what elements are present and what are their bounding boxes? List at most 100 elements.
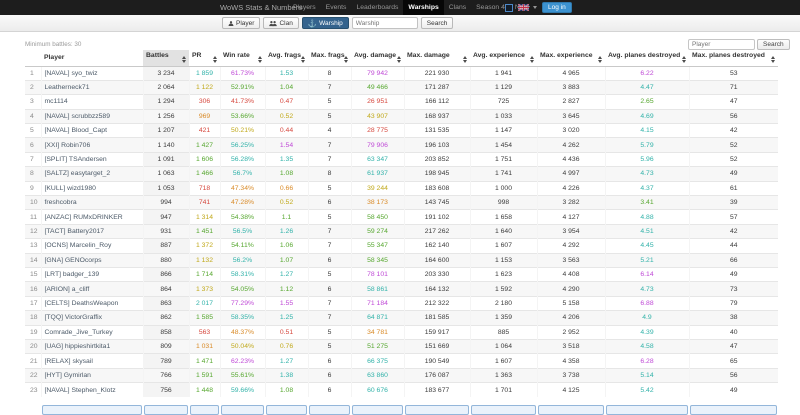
player-name-link[interactable]: [UAG] hippieshirtkita1 — [41, 339, 143, 353]
table-row: 19Comrade_Jive_Turkey85856348.37%0.51534… — [25, 325, 778, 339]
cell-max_damage: 166 112 — [404, 95, 470, 109]
column-header-avg_damage[interactable]: Avg. damage — [351, 50, 404, 66]
column-filter-input[interactable] — [190, 405, 219, 415]
player-filter-input[interactable] — [688, 39, 755, 50]
cell-avg_damage: 43 907 — [351, 109, 404, 123]
table-row: 5[NAVAL] Blood_Capt1 20742150.21%0.44428… — [25, 124, 778, 138]
sort-icon — [771, 56, 775, 63]
player-name-link[interactable]: mc1114 — [41, 95, 143, 109]
cell-max_frags: 7 — [308, 311, 351, 325]
player-name-link[interactable]: Comrade_Jive_Turkey — [41, 325, 143, 339]
player-filter-search-button[interactable]: Search — [757, 39, 790, 50]
column-header-avg_experience[interactable]: Avg. experience — [470, 50, 537, 66]
column-header-avg_frags[interactable]: Avg. frags — [265, 50, 308, 66]
table-row: 18[TQQ] VictorGraffix8621 58558.35%1.257… — [25, 311, 778, 325]
player-name-link[interactable]: [NAVAL] scrubbzz589 — [41, 109, 143, 123]
cell-pr: 1 373 — [189, 282, 220, 296]
player-name-link[interactable]: [XXI] Robin706 — [41, 138, 143, 152]
column-header-max_frags[interactable]: Max. frags — [308, 50, 351, 66]
player-name-link[interactable]: [NAVAL] syo_twiz — [41, 66, 143, 80]
warship-search-mode-button[interactable]: ⚓ Warship — [302, 17, 349, 29]
clan-search-mode-button[interactable]: Clan — [263, 17, 298, 29]
cell-win_rate: 58.31% — [220, 267, 265, 281]
cell-max_planes: 49 — [689, 267, 778, 281]
nav-link-leaderboards[interactable]: Leaderboards — [351, 0, 403, 15]
player-name-link[interactable]: [KULL] wizd1980 — [41, 181, 143, 195]
table-body: 1[NAVAL] syo_twiz3 2341 85961.73%1.53879… — [25, 66, 778, 397]
column-header-max_planes[interactable]: Max. planes destroyed — [689, 50, 778, 66]
cell-max_planes: 73 — [689, 282, 778, 296]
rank-cell: 1 — [25, 66, 41, 80]
cell-avg_planes: 4.47 — [605, 80, 689, 94]
player-name-link[interactable]: [OCNS] Marcelin_Roy — [41, 239, 143, 253]
table-row: 1[NAVAL] syo_twiz3 2341 85961.73%1.53879… — [25, 66, 778, 80]
toolbar-search-button[interactable]: Search — [421, 17, 454, 29]
player-name-link[interactable]: [CELTS] DeathsWeapon — [41, 296, 143, 310]
nav-link-players[interactable]: Players — [288, 0, 321, 15]
column-filter-input[interactable] — [221, 405, 264, 415]
rank-cell: 3 — [25, 95, 41, 109]
player-name-link[interactable]: Leatherneck71 — [41, 80, 143, 94]
column-filter-input[interactable] — [266, 405, 307, 415]
player-name-link[interactable]: [RELAX] skysail — [41, 354, 143, 368]
cell-pr: 421 — [189, 124, 220, 138]
cell-avg_planes: 4.37 — [605, 181, 689, 195]
cell-avg_frags: 1.26 — [265, 224, 308, 238]
column-header-max_experience[interactable]: Max. experience — [537, 50, 605, 66]
player-name-link[interactable]: [SPLIT] TSAndersen — [41, 152, 143, 166]
column-filter-input[interactable] — [352, 405, 403, 415]
column-filter-input[interactable] — [144, 405, 188, 415]
cell-max_damage: 198 945 — [404, 167, 470, 181]
table-row: 3mc11141 29430641.73%0.47526 951166 1127… — [25, 95, 778, 109]
cell-max_damage: 131 535 — [404, 124, 470, 138]
rank-cell: 19 — [25, 325, 41, 339]
column-header-pr[interactable]: PR — [189, 50, 220, 66]
cell-max_experience: 3 020 — [537, 124, 605, 138]
nav-link-events[interactable]: Events — [321, 0, 352, 15]
player-name-link[interactable]: [NAVAL] Blood_Capt — [41, 124, 143, 138]
player-name-link[interactable]: [TACT] Battery2017 — [41, 224, 143, 238]
column-header-win_rate[interactable]: Win rate — [220, 50, 265, 66]
warship-search-input[interactable] — [352, 17, 418, 29]
cell-avg_experience: 1 033 — [470, 109, 537, 123]
cell-avg_experience: 1 658 — [470, 210, 537, 224]
player-search-mode-button[interactable]: Player — [222, 17, 260, 29]
player-name-link[interactable]: [LRT] badger_139 — [41, 267, 143, 281]
column-header-avg_planes[interactable]: Avg. planes destroyed — [605, 50, 689, 66]
column-filter-input[interactable] — [606, 405, 688, 415]
rank-cell: 5 — [25, 124, 41, 138]
column-header-battles[interactable]: Battles — [143, 50, 189, 66]
theme-square-icon[interactable] — [505, 4, 513, 12]
player-name-link[interactable]: [SALTZ] easytarget_2 — [41, 167, 143, 181]
cell-max_experience: 4 436 — [537, 152, 605, 166]
cell-avg_planes: 6.88 — [605, 296, 689, 310]
column-filter-input[interactable] — [471, 405, 536, 415]
player-header[interactable]: Player — [41, 50, 143, 66]
nav-link-clans[interactable]: Clans — [444, 0, 471, 15]
column-filter-input[interactable] — [42, 405, 142, 415]
rank-cell: 12 — [25, 224, 41, 238]
player-name-link[interactable]: [ARION] a_cliff — [41, 282, 143, 296]
cell-battles: 1 053 — [143, 181, 189, 195]
player-name-link[interactable]: [ANZAC] RUMxDRINKER — [41, 210, 143, 224]
column-filter-input[interactable] — [690, 405, 777, 415]
language-selector[interactable] — [518, 4, 537, 11]
cell-avg_experience: 1 623 — [470, 267, 537, 281]
column-filter-input[interactable] — [538, 405, 604, 415]
column-filter-input[interactable] — [405, 405, 469, 415]
player-name-link[interactable]: [TQQ] VictorGraffix — [41, 311, 143, 325]
nav-link-warships[interactable]: Warships — [403, 0, 443, 15]
player-name-link[interactable]: [GNA] GENOcorps — [41, 253, 143, 267]
column-header-max_damage[interactable]: Max. damage — [404, 50, 470, 66]
login-button[interactable]: Log in — [542, 2, 572, 13]
chevron-down-icon — [533, 6, 537, 9]
cell-max_frags: 6 — [308, 368, 351, 382]
cell-avg_planes: 3.41 — [605, 196, 689, 210]
table-row: 9[KULL] wizd19801 05371847.34%0.66539 24… — [25, 181, 778, 195]
player-name-link[interactable]: freshcobra — [41, 196, 143, 210]
sort-icon — [182, 56, 186, 63]
column-filter-input[interactable] — [309, 405, 350, 415]
cell-max_experience: 5 158 — [537, 296, 605, 310]
player-name-link[interactable]: [NAVAL] Stephen_Klotz — [41, 383, 143, 397]
player-name-link[interactable]: [HYT] Gymirlan — [41, 368, 143, 382]
